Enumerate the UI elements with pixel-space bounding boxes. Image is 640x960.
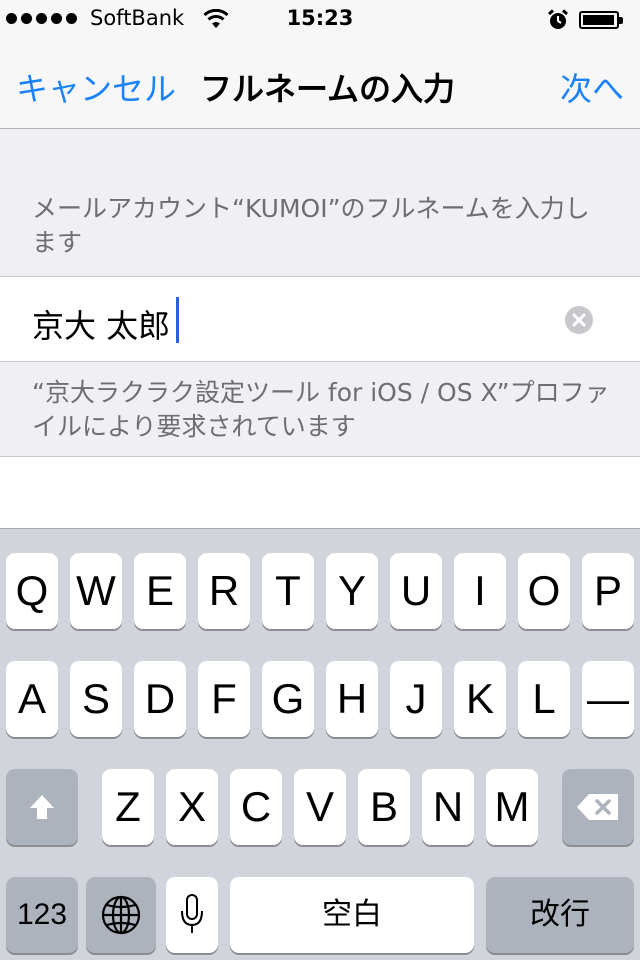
key-dash[interactable]: — xyxy=(582,661,634,737)
key-k[interactable]: K xyxy=(454,661,506,737)
key-p[interactable]: P xyxy=(582,553,634,629)
cancel-button[interactable]: キャンセル xyxy=(16,64,176,110)
key-o[interactable]: O xyxy=(518,553,570,629)
key-c[interactable]: C xyxy=(230,769,282,845)
key-h[interactable]: H xyxy=(326,661,378,737)
shift-arrow-icon xyxy=(30,795,54,819)
key-a[interactable]: A xyxy=(6,661,58,737)
status-bar: SoftBank 15:23 xyxy=(0,0,640,40)
key-t[interactable]: T xyxy=(262,553,314,629)
key-u[interactable]: U xyxy=(390,553,442,629)
section-header-text: メールアカウント“KUMOI”のフルネームを入力します xyxy=(32,194,590,257)
key-b[interactable]: B xyxy=(358,769,410,845)
next-button[interactable]: 次へ xyxy=(560,64,624,110)
key-n[interactable]: N xyxy=(422,769,474,845)
space-key[interactable]: 空白 xyxy=(230,877,474,953)
backspace-key[interactable] xyxy=(562,769,634,845)
numbers-key[interactable]: 123 xyxy=(6,877,78,953)
dictation-key[interactable] xyxy=(166,877,218,953)
page-title: フルネームの入力 xyxy=(200,70,456,108)
globe-key[interactable] xyxy=(86,877,156,953)
key-m[interactable]: M xyxy=(486,769,538,845)
key-z[interactable]: Z xyxy=(102,769,154,845)
key-i[interactable]: I xyxy=(454,553,506,629)
key-g[interactable]: G xyxy=(262,661,314,737)
empty-section xyxy=(0,456,640,528)
full-name-input-value[interactable]: 京大 太郎 xyxy=(32,301,170,347)
keyboard: Q W E R T Y U I O P A S D F G H J K L — … xyxy=(0,528,640,960)
key-r[interactable]: R xyxy=(198,553,250,629)
key-s[interactable]: S xyxy=(70,661,122,737)
navigation-bar: キャンセル フルネームの入力 次へ xyxy=(0,40,640,129)
key-d[interactable]: D xyxy=(134,661,186,737)
key-f[interactable]: F xyxy=(198,661,250,737)
key-e[interactable]: E xyxy=(134,553,186,629)
key-w[interactable]: W xyxy=(70,553,122,629)
key-j[interactable]: J xyxy=(390,661,442,737)
key-y[interactable]: Y xyxy=(326,553,378,629)
clear-x-icon xyxy=(572,313,586,327)
key-q[interactable]: Q xyxy=(6,553,58,629)
key-x[interactable]: X xyxy=(166,769,218,845)
clear-text-button[interactable] xyxy=(565,306,593,334)
key-l[interactable]: L xyxy=(518,661,570,737)
key-v[interactable]: V xyxy=(294,769,346,845)
text-cursor xyxy=(176,297,179,343)
return-key[interactable]: 改行 xyxy=(486,877,634,953)
clock: 15:23 xyxy=(286,6,354,30)
microphone-icon xyxy=(181,894,203,933)
section-footer-text: “京大ラクラク設定ツール for iOS / OS X”プロファイルにより要求さ… xyxy=(32,378,610,441)
backspace-icon xyxy=(577,794,618,820)
globe-icon xyxy=(101,895,141,935)
full-name-field[interactable]: 京大 太郎 xyxy=(0,276,640,362)
battery-icon xyxy=(579,11,623,29)
alarm-icon xyxy=(548,9,568,29)
shift-key[interactable] xyxy=(6,769,78,845)
